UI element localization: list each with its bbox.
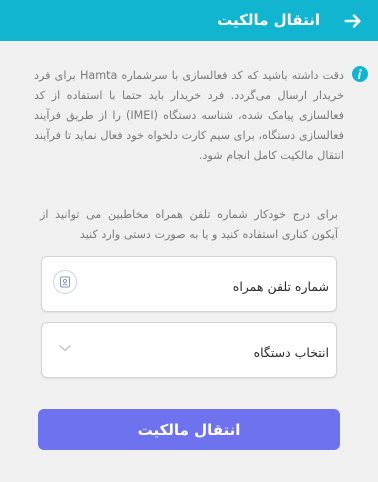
chevron-down-icon [59,345,71,352]
transfer-ownership-button[interactable]: انتقال مالکیت [38,409,340,450]
instruction-text: برای درج خودکار شماره تلفن همراه مخاطبین… [40,208,338,241]
phone-number-label: شماره تلفن همراه [232,279,329,294]
info-icon [352,66,368,82]
arrow-right-icon[interactable] [342,10,364,32]
device-select[interactable]: انتخاب دستگاه [41,322,337,378]
phone-number-field[interactable]: شماره تلفن همراه [41,256,337,312]
app-header: انتقال مالکیت [0,0,378,41]
info-message: دقت داشته باشید که کد فعالسازی با سرشمار… [34,69,344,162]
contact-book-icon[interactable] [53,270,77,294]
page-title: انتقال مالکیت [217,11,320,29]
device-select-label: انتخاب دستگاه [253,345,329,360]
